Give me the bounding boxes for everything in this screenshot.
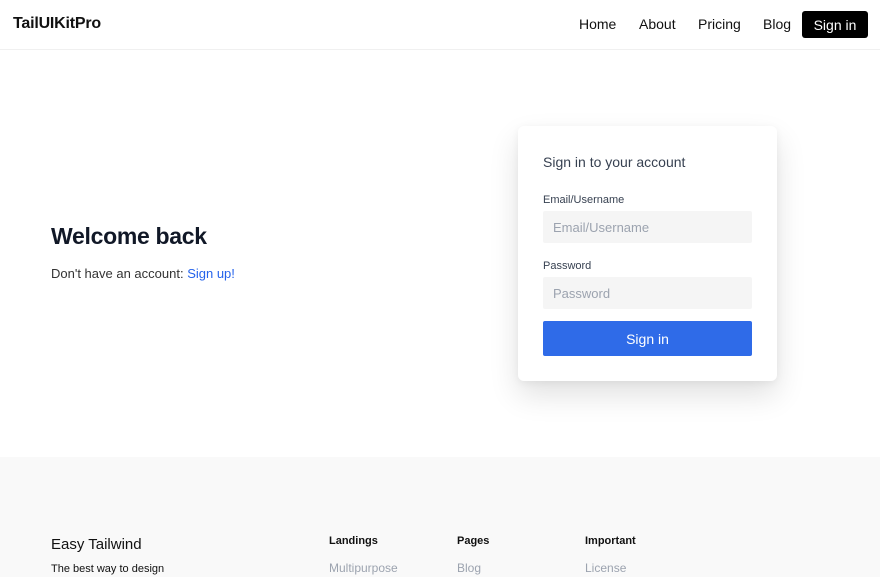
hero-subtitle-text: Don't have an account: [51, 266, 188, 281]
footer-brand: Easy Tailwind [51, 536, 142, 553]
password-label: Password [543, 260, 592, 272]
nav-link-about[interactable]: About [639, 16, 676, 32]
email-label: Email/Username [543, 194, 625, 206]
footer-link-license[interactable]: License [585, 561, 626, 575]
nav-link-blog[interactable]: Blog [763, 16, 791, 32]
signin-submit-button[interactable]: Sign in [543, 321, 752, 356]
footer-heading-pages: Pages [457, 535, 490, 547]
nav-link-home[interactable]: Home [579, 16, 616, 32]
footer-heading-important: Important [585, 535, 636, 547]
email-input[interactable] [543, 211, 752, 243]
footer-heading-landings: Landings [329, 535, 378, 547]
signup-link[interactable]: Sign up! [187, 266, 235, 281]
brand-logo[interactable]: TailUIKitPro [13, 15, 101, 33]
top-navbar: TailUIKitPro Home About Pricing Blog Sig… [0, 0, 880, 50]
nav-signin-button[interactable]: Sign in [802, 11, 868, 38]
password-input[interactable] [543, 277, 752, 309]
footer: Easy Tailwind The best way to design Lan… [0, 457, 880, 577]
footer-link-multipurpose[interactable]: Multipurpose [329, 561, 398, 575]
hero-title: Welcome back [51, 223, 207, 249]
footer-tagline: The best way to design [51, 563, 165, 575]
hero-subtitle: Don't have an account: Sign up! [51, 266, 235, 281]
login-card-title: Sign in to your account [543, 154, 686, 170]
footer-link-blog[interactable]: Blog [457, 561, 481, 575]
login-card: Sign in to your account Email/Username P… [518, 126, 777, 381]
nav-link-pricing[interactable]: Pricing [698, 16, 741, 32]
